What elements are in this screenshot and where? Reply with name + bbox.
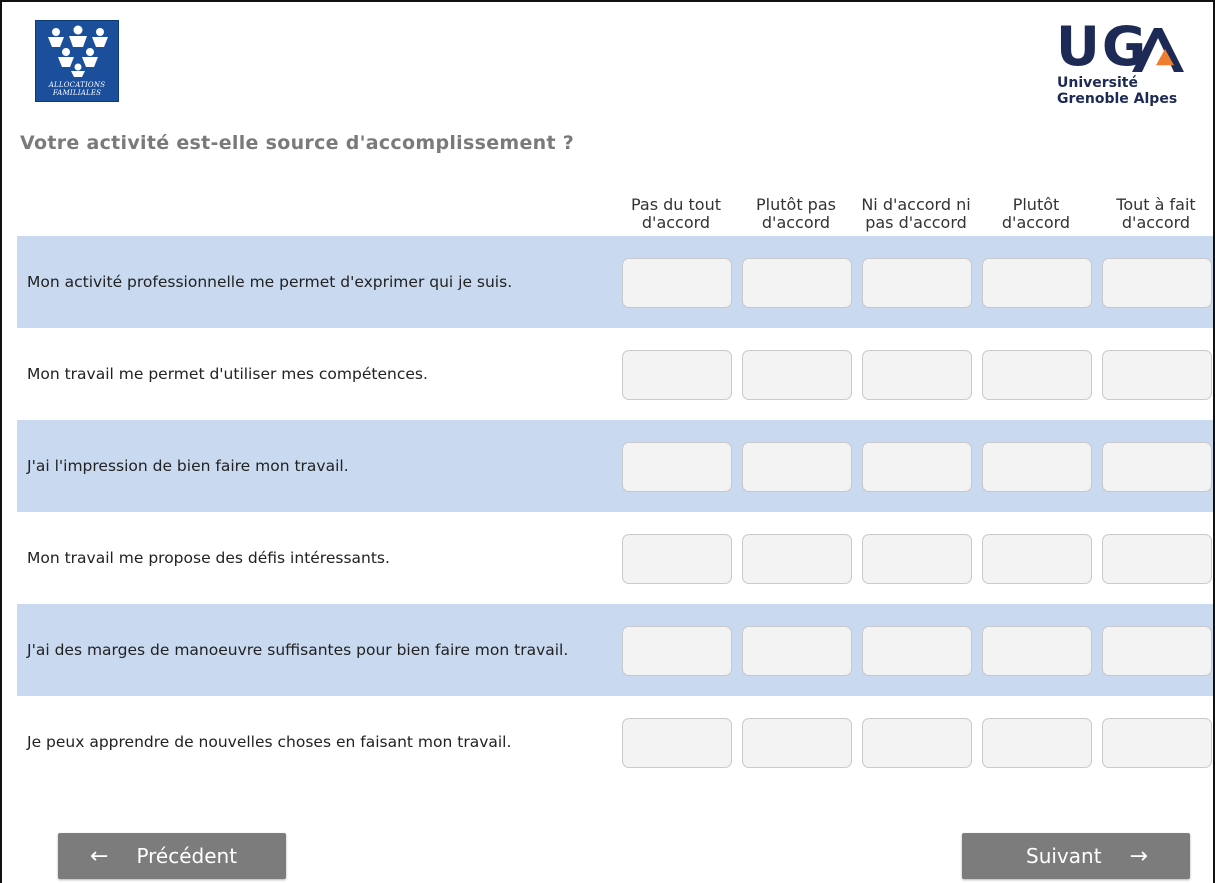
row-label: Je peux apprendre de nouvelles choses en… <box>27 733 512 751</box>
question-row: Mon travail me propose des défis intéres… <box>17 512 1213 604</box>
choice-plutot-d-accord[interactable] <box>982 626 1092 676</box>
column-header-4: Plutôt d'accord <box>1001 195 1071 232</box>
caf-logo-text: ALLOCATIONS FAMILIALES <box>48 81 106 97</box>
survey-page: ALLOCATIONS FAMILIALES UG Université Gre… <box>0 0 1215 883</box>
choice-tout-a-fait-d-accord[interactable] <box>1102 350 1212 400</box>
choice-neutre[interactable] <box>862 534 972 584</box>
choice-plutot-d-accord[interactable] <box>982 718 1092 768</box>
column-header-1: Pas du tout d'accord <box>630 195 721 232</box>
choice-tout-a-fait-d-accord[interactable] <box>1102 534 1212 584</box>
choice-plutot-pas-d-accord[interactable] <box>742 718 852 768</box>
question-title: Votre activité est-elle source d'accompl… <box>20 132 575 154</box>
choice-plutot-pas-d-accord[interactable] <box>742 258 852 308</box>
choice-plutot-d-accord[interactable] <box>982 534 1092 584</box>
arrow-right-icon: → <box>1129 843 1148 869</box>
row-label: J'ai des marges de manoeuvre suffisantes… <box>27 641 569 659</box>
choice-pas-du-tout-d-accord[interactable] <box>622 350 732 400</box>
previous-button-label: Précédent <box>136 844 238 868</box>
next-button[interactable]: Suivant → <box>962 833 1190 879</box>
choice-pas-du-tout-d-accord[interactable] <box>622 718 732 768</box>
choice-neutre[interactable] <box>862 258 972 308</box>
choice-plutot-d-accord[interactable] <box>982 258 1092 308</box>
column-header-5: Tout à fait d'accord <box>1116 195 1196 232</box>
choice-plutot-pas-d-accord[interactable] <box>742 626 852 676</box>
arrow-left-icon: ← <box>90 843 109 869</box>
choice-tout-a-fait-d-accord[interactable] <box>1102 442 1212 492</box>
uga-logo: UG Université Grenoble Alpes <box>1056 20 1206 112</box>
choice-plutot-d-accord[interactable] <box>982 442 1092 492</box>
choice-pas-du-tout-d-accord[interactable] <box>622 258 732 308</box>
row-label: Mon activité professionnelle me permet d… <box>27 273 513 291</box>
question-row: Je peux apprendre de nouvelles choses en… <box>17 696 1213 788</box>
choice-plutot-d-accord[interactable] <box>982 350 1092 400</box>
column-header-2: Plutôt pas d'accord <box>756 195 836 232</box>
row-label: Mon travail me propose des défis intéres… <box>27 549 390 567</box>
choice-plutot-pas-d-accord[interactable] <box>742 350 852 400</box>
row-label: J'ai l'impression de bien faire mon trav… <box>27 457 349 475</box>
caf-logo: ALLOCATIONS FAMILIALES <box>35 20 119 102</box>
family-figures-icon <box>48 25 108 77</box>
previous-button[interactable]: ← Précédent <box>58 833 286 879</box>
question-row: Mon activité professionnelle me permet d… <box>17 236 1213 328</box>
choice-plutot-pas-d-accord[interactable] <box>742 534 852 584</box>
choice-tout-a-fait-d-accord[interactable] <box>1102 258 1212 308</box>
row-label: Mon travail me permet d'utiliser mes com… <box>27 365 428 383</box>
choice-neutre[interactable] <box>862 626 972 676</box>
choice-neutre[interactable] <box>862 350 972 400</box>
choice-pas-du-tout-d-accord[interactable] <box>622 442 732 492</box>
choice-pas-du-tout-d-accord[interactable] <box>622 534 732 584</box>
choice-pas-du-tout-d-accord[interactable] <box>622 626 732 676</box>
choice-neutre[interactable] <box>862 718 972 768</box>
next-button-label: Suivant <box>1026 844 1102 868</box>
question-row: Mon travail me permet d'utiliser mes com… <box>17 328 1213 420</box>
uga-logo-text: Université Grenoble Alpes <box>1057 75 1178 107</box>
column-header-3: Ni d'accord ni pas d'accord <box>861 195 971 232</box>
uga-letter-a-icon <box>1132 28 1184 72</box>
choice-tout-a-fait-d-accord[interactable] <box>1102 718 1212 768</box>
question-row: J'ai l'impression de bien faire mon trav… <box>17 420 1213 512</box>
choice-plutot-pas-d-accord[interactable] <box>742 442 852 492</box>
choice-neutre[interactable] <box>862 442 972 492</box>
choice-tout-a-fait-d-accord[interactable] <box>1102 626 1212 676</box>
question-row: J'ai des marges de manoeuvre suffisantes… <box>17 604 1213 696</box>
